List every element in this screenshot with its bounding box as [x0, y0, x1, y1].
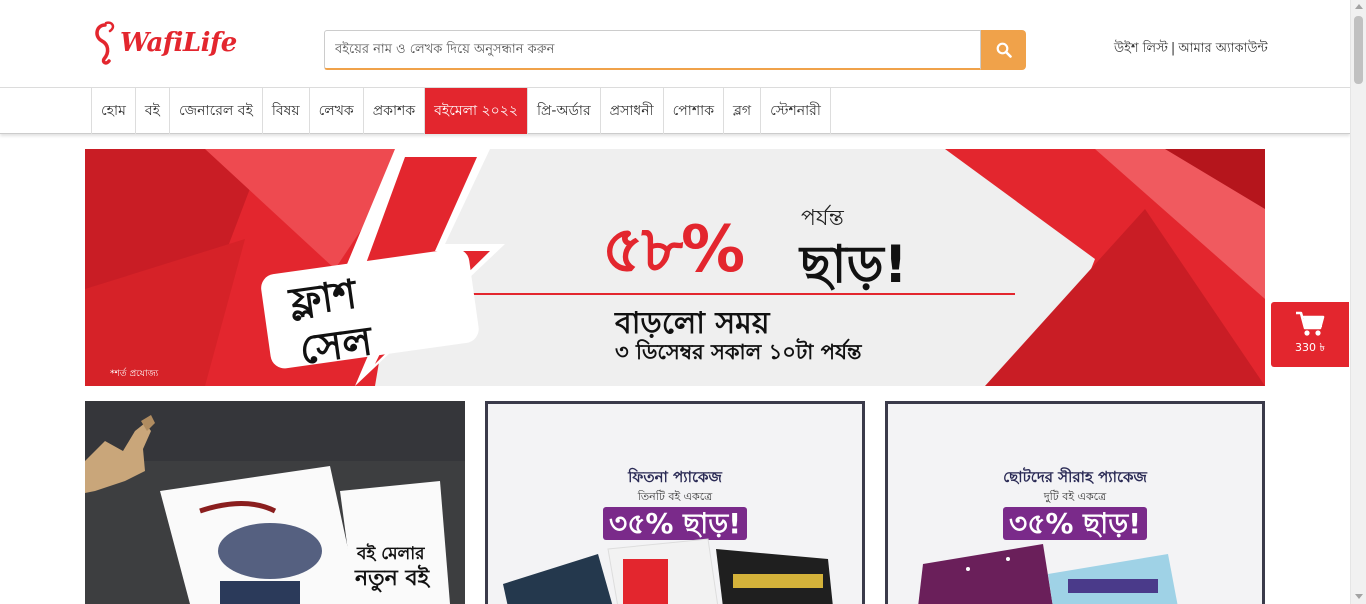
my-account-link[interactable]: আমার অ্যাকাউন্ট	[1178, 41, 1267, 56]
scroll-up-arrow-icon[interactable]	[1355, 4, 1363, 9]
search-input[interactable]	[324, 30, 981, 70]
nav-item-home[interactable]: হোম	[92, 88, 136, 134]
nav-list: হোম বই জেনারেল বই বিষয় লেখক প্রকাশক বইম…	[91, 88, 831, 134]
account-links: উইশ লিস্ট | আমার অ্যাকাউন্ট	[1114, 39, 1268, 60]
nav-item-subjects[interactable]: বিষয়	[263, 88, 310, 134]
flash-sale-banner[interactable]: ৫৮% পর্যন্ত ছাড়! বাড়লো সময় ৩ ডিসেম্বর…	[85, 149, 1265, 386]
banner-flash-line2: সেল	[296, 318, 376, 374]
nav-item-cosmetics[interactable]: প্রসাধনী	[601, 88, 664, 134]
banner-discount: ৫৮%	[602, 213, 745, 287]
main-nav: হোম বই জেনারেল বই বিষয় লেখক প্রকাশক বইম…	[0, 88, 1350, 134]
nav-item-book-fair[interactable]: বইমেলা ২০২২	[425, 88, 528, 134]
banner-terms: *শর্ত প্রযোজ্য	[110, 369, 159, 379]
promo-card-sirah-package[interactable]: ছোটদের সীরাহ প্যাকেজ দুটি বই একত্রে ৩৫% …	[885, 401, 1265, 604]
nav-item-books[interactable]: বই	[136, 88, 170, 134]
nav-item-blog[interactable]: ব্লগ	[724, 88, 762, 134]
logo-text: WafiLife	[120, 28, 237, 58]
nav-item-general-books[interactable]: জেনারেল বই	[170, 88, 263, 134]
search-bar	[324, 30, 1026, 70]
wishlist-link[interactable]: উইশ লিস্ট	[1114, 41, 1168, 56]
scrollbar-thumb[interactable]	[1354, 16, 1363, 84]
search-icon	[996, 42, 1012, 58]
link-separator: |	[1170, 41, 1176, 56]
banner-off: ছাড়!	[800, 235, 908, 295]
page-scrollbar[interactable]	[1350, 0, 1366, 604]
nav-item-pre-order[interactable]: প্রি-অর্ডার	[528, 88, 601, 134]
card2-books	[503, 538, 833, 604]
cart-amount: 330 ৳	[1295, 341, 1325, 354]
promo-card-fitna-package[interactable]: ফিতনা প্যাকেজ তিনটি বই একত্রে ৩৫% ছাড়!	[485, 401, 865, 604]
logo-icon	[95, 21, 115, 65]
card1-tag-line2: নতুন বই	[355, 566, 430, 591]
page: WafiLife উইশ লিস্ট|আমার অ্যাকাউন্ট হোম ব…	[0, 0, 1366, 604]
cart-icon	[1296, 311, 1325, 336]
nav-item-stationery[interactable]: স্টেশনারী	[761, 88, 831, 134]
card3-books	[918, 544, 1178, 604]
nav-item-publishers[interactable]: প্রকাশক	[364, 88, 426, 134]
promo-card-book-fair[interactable]: বই মেলার নতুন বই	[85, 401, 465, 604]
site-header: WafiLife উইশ লিস্ট|আমার অ্যাকাউন্ট	[0, 0, 1350, 88]
nav-item-clothing[interactable]: পোশাক	[664, 88, 725, 134]
search-button[interactable]	[981, 30, 1026, 70]
banner-until: ৩ ডিসেম্বর সকাল ১০টা পর্যন্ত	[615, 340, 862, 364]
nav-item-authors[interactable]: লেখক	[310, 88, 364, 134]
site-logo[interactable]: WafiLife	[92, 18, 237, 68]
floating-cart[interactable]: 330 ৳	[1271, 302, 1349, 367]
scroll-down-arrow-icon[interactable]	[1355, 594, 1363, 599]
